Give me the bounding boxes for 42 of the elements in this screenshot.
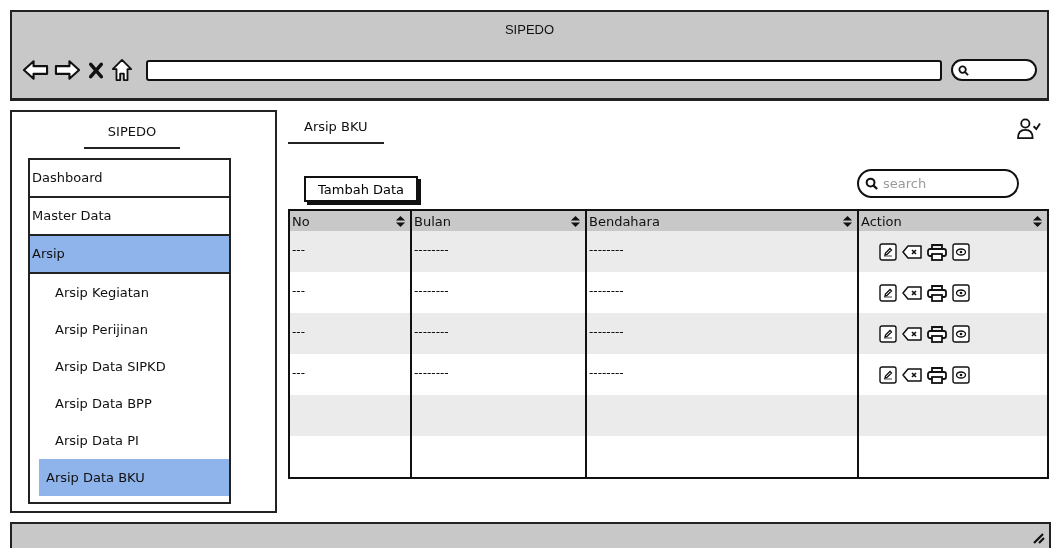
column-label: Bulan xyxy=(414,213,451,229)
forward-icon[interactable] xyxy=(54,58,81,82)
print-icon[interactable] xyxy=(927,284,947,302)
sort-icon[interactable] xyxy=(395,214,406,228)
column-label: Action xyxy=(861,213,902,229)
sort-icon[interactable] xyxy=(570,214,581,228)
view-icon[interactable] xyxy=(952,284,970,302)
search-field[interactable] xyxy=(951,59,1037,81)
resize-grip-icon[interactable] xyxy=(1031,530,1045,544)
submenu-item[interactable]: Arsip Data BKU xyxy=(39,459,229,496)
print-icon[interactable] xyxy=(927,366,947,384)
edit-icon[interactable] xyxy=(879,325,897,343)
edit-icon[interactable] xyxy=(879,366,897,384)
delete-icon[interactable] xyxy=(902,366,922,384)
column-label: No xyxy=(292,213,310,229)
page-title: Arsip BKU xyxy=(288,110,384,144)
delete-icon[interactable] xyxy=(902,284,922,302)
home-icon[interactable] xyxy=(111,58,133,82)
sidebar-title: SIPEDO xyxy=(84,118,180,149)
close-icon[interactable] xyxy=(89,60,103,80)
search-input[interactable]: search xyxy=(881,175,1005,192)
sort-icon[interactable] xyxy=(1032,214,1043,228)
view-icon[interactable] xyxy=(952,243,970,261)
view-icon[interactable] xyxy=(952,366,970,384)
add-data-button[interactable]: Tambah Data xyxy=(304,176,419,202)
edit-icon[interactable] xyxy=(879,284,897,302)
delete-icon[interactable] xyxy=(902,243,922,261)
print-icon[interactable] xyxy=(927,243,947,261)
print-icon[interactable] xyxy=(927,325,947,343)
delete-icon[interactable] xyxy=(902,325,922,343)
view-icon[interactable] xyxy=(952,325,970,343)
column-label: Bendahara xyxy=(589,213,660,229)
address-field[interactable] xyxy=(146,59,942,81)
user-icon[interactable] xyxy=(1017,118,1041,140)
search-icon xyxy=(865,177,878,190)
back-icon[interactable] xyxy=(22,58,49,82)
search-field[interactable]: search xyxy=(857,169,1019,198)
window-title: SIPEDO xyxy=(503,21,556,38)
sort-icon[interactable] xyxy=(842,214,853,228)
menu-item[interactable]: Arsip xyxy=(30,236,229,274)
search-icon xyxy=(958,64,969,76)
edit-icon[interactable] xyxy=(879,243,897,261)
